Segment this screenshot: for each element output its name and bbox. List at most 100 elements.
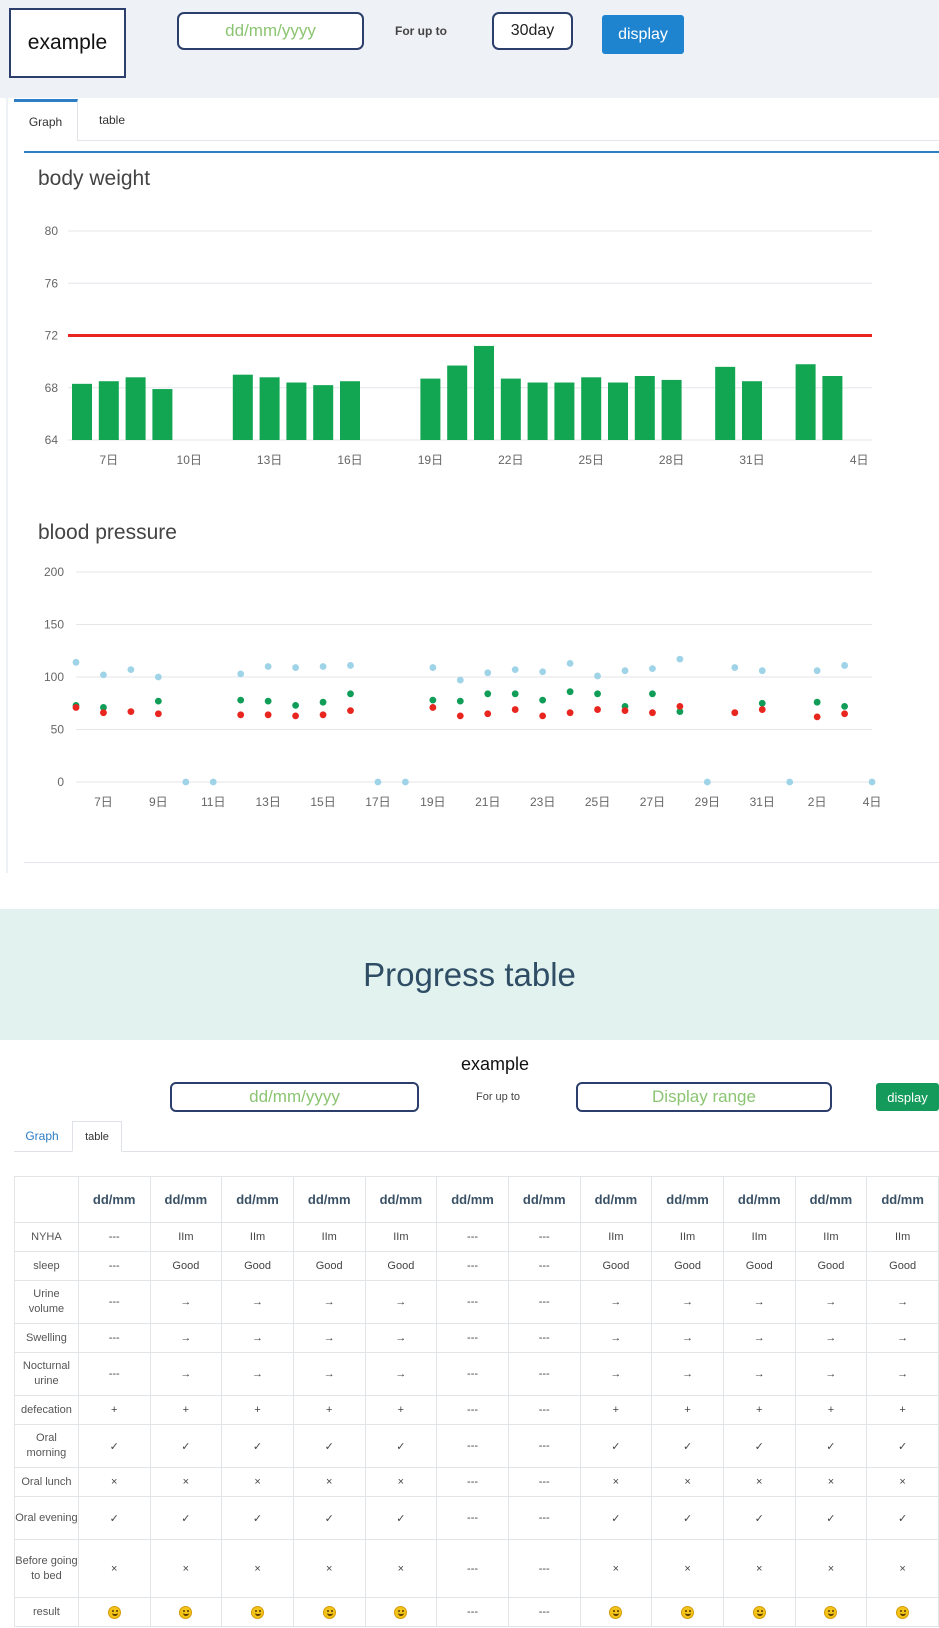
table-cell: ×	[579, 1467, 653, 1497]
table-for-up-to-label: For up to	[476, 1091, 521, 1103]
bp-x-tick: 2日	[808, 795, 827, 809]
table-row: Oral morning ✓ ✓ ✓ ✓ ✓ --- --- ✓ ✓ ✓ ✓ ✓	[14, 1424, 939, 1468]
bp-point	[539, 668, 547, 676]
bp-point	[429, 696, 437, 704]
bp-point	[456, 712, 464, 720]
table-cell: →	[579, 1323, 653, 1353]
table-cell: ✓	[77, 1424, 151, 1468]
bp-point	[347, 690, 354, 698]
bp-x-tick: 15日	[310, 795, 335, 809]
table-cell: ×	[292, 1467, 366, 1497]
table-row: Oral lunch × × × × × --- --- × × × × ×	[14, 1467, 939, 1497]
table-cell: ---	[507, 1280, 581, 1324]
bp-point	[594, 690, 601, 698]
table-cell: ✓	[651, 1424, 724, 1468]
table-cell: ---	[436, 1395, 509, 1425]
display-range-field[interactable]: Display range	[576, 1082, 832, 1112]
bp-point	[347, 662, 354, 669]
table-cell: ✓	[364, 1496, 438, 1540]
table-cell: ✓	[866, 1424, 939, 1468]
bp-point	[731, 664, 739, 671]
bp-y-tick: 0	[57, 775, 64, 789]
table-cell: ✓	[579, 1496, 653, 1540]
table-cell: +	[77, 1395, 151, 1425]
bp-point	[813, 713, 821, 721]
table-cell: Good	[149, 1251, 223, 1281]
smiley-icon	[394, 1605, 408, 1619]
table-cell: ---	[436, 1597, 509, 1627]
bp-point	[154, 673, 162, 681]
smiley-icon	[179, 1605, 193, 1619]
row-label: sleep	[14, 1251, 79, 1281]
table-cell: ✓	[292, 1424, 366, 1468]
table-cell: +	[221, 1395, 294, 1425]
row-label: defecation	[14, 1395, 79, 1425]
table-start-date-field[interactable]: dd/mm/yyyy	[170, 1082, 419, 1112]
table-cell: ×	[77, 1467, 151, 1497]
bp-point	[182, 778, 190, 786]
result-cell	[292, 1597, 366, 1627]
bp-point	[649, 690, 656, 698]
bp-point	[72, 658, 80, 666]
table-cell: Good	[364, 1251, 438, 1281]
table-cell: ×	[77, 1539, 151, 1598]
table-cell: →	[794, 1352, 868, 1396]
table-cell: ---	[436, 1539, 509, 1598]
date-column-header: dd/mm	[436, 1176, 509, 1223]
table-cell: ---	[507, 1352, 581, 1396]
result-cell	[722, 1597, 796, 1627]
table-cell: IIm	[651, 1222, 724, 1252]
smiley-icon	[107, 1605, 121, 1619]
result-cell	[364, 1597, 438, 1627]
bp-point	[621, 707, 629, 714]
table-cell: +	[149, 1395, 223, 1425]
table-cell: IIm	[866, 1222, 939, 1252]
bp-point	[237, 696, 245, 704]
tab-table-lower[interactable]: table	[72, 1121, 122, 1152]
table-cell: ---	[77, 1280, 151, 1324]
table-cell: →	[221, 1280, 294, 1324]
table-cell: ✓	[579, 1424, 653, 1468]
table-cell: →	[651, 1323, 724, 1353]
table-cell: +	[292, 1395, 366, 1425]
date-column-header: dd/mm	[722, 1176, 796, 1223]
table-cell: →	[722, 1352, 796, 1396]
table-cell: ---	[77, 1222, 151, 1252]
bp-point	[100, 671, 107, 679]
bp-point	[649, 665, 656, 672]
table-cell: +	[866, 1395, 939, 1425]
bp-point	[484, 669, 492, 677]
table-cell: ---	[436, 1496, 509, 1540]
table-cell: ---	[507, 1424, 581, 1468]
table-cell: ✓	[794, 1496, 868, 1540]
result-cell	[221, 1597, 294, 1627]
table-cell: ✓	[866, 1496, 939, 1540]
table-display-button[interactable]: display	[876, 1083, 939, 1111]
table-cell: +	[579, 1395, 653, 1425]
bp-x-tick: 31日	[750, 795, 775, 809]
row-label: NYHA	[14, 1222, 79, 1252]
table-cell: ---	[507, 1539, 581, 1598]
tab-graph-lower[interactable]: Graph	[14, 1121, 70, 1151]
date-column-header: dd/mm	[579, 1176, 653, 1223]
bp-point	[347, 707, 354, 714]
bp-point	[319, 663, 327, 670]
row-label: Oral lunch	[14, 1467, 79, 1497]
bp-point	[539, 696, 547, 704]
date-column-header: dd/mm	[507, 1176, 581, 1223]
date-column-header: dd/mm	[866, 1176, 939, 1223]
table-cell: +	[651, 1395, 724, 1425]
table-row: NYHA --- IIm IIm IIm IIm --- --- IIm IIm IIm IIm IIm	[14, 1222, 939, 1252]
row-label: Nocturnal urine	[14, 1352, 79, 1396]
date-column-header: dd/mm	[364, 1176, 438, 1223]
date-column-header: dd/mm	[292, 1176, 366, 1223]
table-cell: IIm	[149, 1222, 223, 1252]
table-cell: IIm	[292, 1222, 366, 1252]
bp-point	[264, 663, 272, 670]
table-cell: →	[292, 1323, 366, 1353]
bp-point	[292, 664, 299, 671]
table-cell: ×	[866, 1539, 939, 1598]
bp-point	[127, 708, 135, 716]
table-cell: ×	[794, 1467, 868, 1497]
table-cell: ✓	[221, 1496, 294, 1540]
